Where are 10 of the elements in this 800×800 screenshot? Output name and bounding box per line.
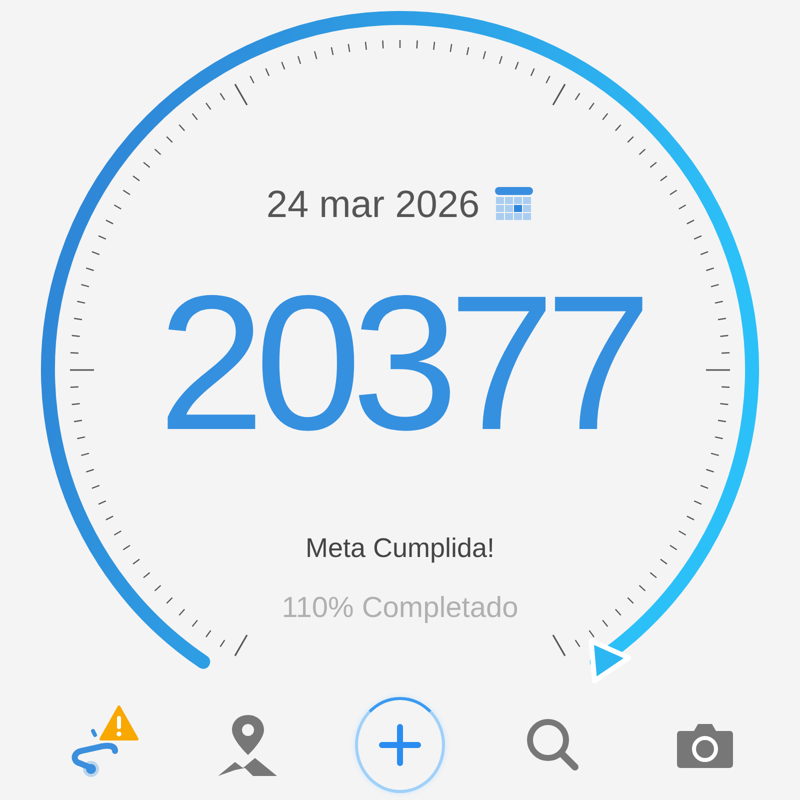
end-marker-icon: [588, 638, 632, 684]
plus-icon: [377, 722, 423, 768]
goal-status: Meta Cumplida!: [305, 532, 495, 565]
route-tab[interactable]: [71, 727, 119, 779]
step-count: 20377: [158, 265, 642, 460]
route-icon: [71, 727, 119, 779]
date-label: 24 mar 2026: [266, 184, 480, 226]
progress-percent: 110% Completado: [282, 591, 518, 626]
camera-tab[interactable]: [676, 721, 734, 769]
camera-icon: [676, 721, 734, 769]
